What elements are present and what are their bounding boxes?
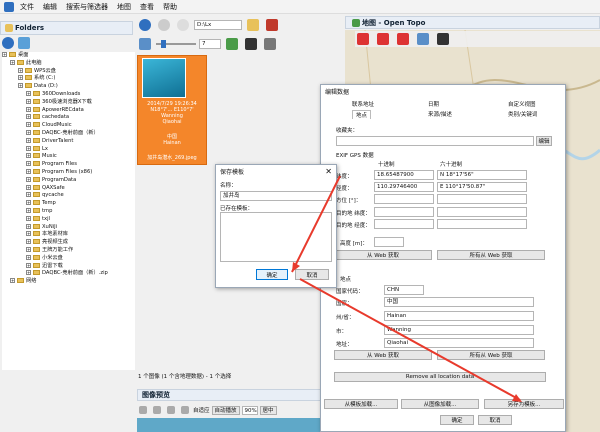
- arrow-line-bottom: [299, 278, 521, 401]
- arrow-line-top: [291, 175, 341, 273]
- arrow-head-bottom: [512, 394, 522, 402]
- annotation-arrows: [291, 175, 522, 402]
